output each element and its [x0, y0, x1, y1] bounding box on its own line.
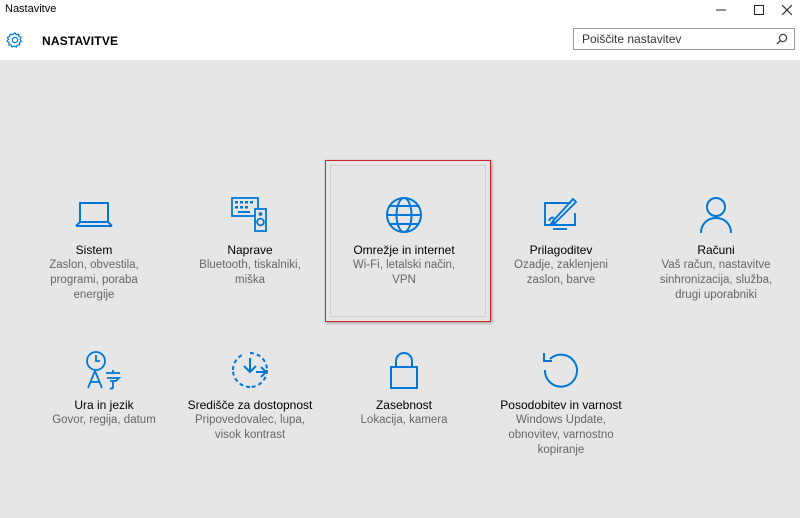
tile-desc: VPN — [392, 274, 416, 286]
person-icon — [700, 197, 732, 234]
tile-naprave[interactable]: Naprave Bluetooth, tiskalniki, miška — [175, 195, 325, 288]
update-icon — [543, 353, 578, 388]
tile-label: Zasebnost — [375, 398, 433, 412]
tile-desc: sinhronizacija, služba, — [659, 274, 773, 286]
laptop-icon — [75, 202, 113, 227]
tile-desc: Vaš račun, nastavitve — [661, 259, 771, 271]
tile-label: Omrežje in internet — [353, 243, 455, 257]
lock-icon — [390, 352, 418, 389]
tile-desc: energije — [73, 289, 115, 301]
app-header: NASTAVITVE — [0, 20, 800, 60]
tile-desc: miška — [234, 274, 266, 286]
tile-posodobitev-in-varnost[interactable]: Posodobitev in varnost Windows Update, o… — [486, 350, 636, 458]
time-language-icon — [86, 351, 122, 390]
tile-desc: Govor, regija, datum — [52, 414, 156, 426]
tile-label: Ura in jezik — [74, 398, 134, 412]
title-bar: Nastavitve — [0, 0, 800, 20]
accessibility-icon — [232, 352, 268, 388]
close-button[interactable] — [770, 0, 800, 20]
tile-label: Naprave — [227, 243, 273, 257]
tile-label: Sistem — [75, 243, 113, 257]
tile-label: Prilagoditev — [529, 243, 593, 257]
maximize-icon — [754, 5, 764, 15]
search-icon[interactable] — [776, 33, 788, 45]
tile-desc: Zaslon, obvestila, — [49, 259, 139, 271]
tile-omrezje-in-internet[interactable]: Omrežje in internet Wi-Fi, letalski nači… — [329, 195, 479, 288]
minimize-button[interactable] — [704, 0, 738, 20]
settings-window: Nastavitve NASTAVITVE Poiščite nastavite… — [0, 0, 800, 518]
tile-desc: obnovitev, varnostno — [508, 429, 614, 441]
tile-racuni[interactable]: Računi Vaš račun, nastavitve sinhronizac… — [641, 195, 791, 303]
tile-label: Računi — [697, 243, 735, 257]
tile-sredisce-za-dostopnost[interactable]: Središče za dostopnost Pripovedovalec, l… — [175, 350, 325, 443]
window-title: Nastavitve — [5, 3, 57, 15]
devices-icon — [231, 197, 267, 232]
gear-icon — [6, 32, 23, 48]
tile-desc: Windows Update, — [515, 414, 607, 426]
globe-icon — [386, 197, 422, 233]
tile-desc: Pripovedovalec, lupa, — [195, 414, 305, 426]
tile-ura-in-jezik[interactable]: Ura in jezik Govor, regija, datum — [29, 350, 179, 428]
tile-sistem[interactable]: Sistem Zaslon, obvestila, programi, pora… — [19, 195, 169, 303]
tile-prilagoditev[interactable]: Prilagoditev Ozadje, zaklenjeni zaslon, … — [486, 195, 636, 288]
tile-zasebnost[interactable]: Zasebnost Lokacija, kamera — [329, 350, 479, 428]
paint-icon — [544, 197, 578, 230]
close-icon — [782, 5, 792, 15]
settings-grid: Sistem Zaslon, obvestila, programi, pora… — [0, 60, 800, 518]
tile-desc: kopiranje — [537, 444, 585, 456]
tile-desc: programi, poraba — [50, 274, 138, 286]
tile-desc: drugi uporabniki — [675, 289, 757, 301]
tile-desc: Wi-Fi, letalski način, — [352, 259, 456, 271]
minimize-icon — [716, 9, 726, 11]
tile-label: Središče za dostopnost — [187, 398, 313, 412]
app-title: NASTAVITVE — [42, 34, 119, 48]
tile-desc: Lokacija, kamera — [360, 414, 448, 426]
tile-desc: visok kontrast — [214, 429, 286, 441]
tile-desc: Bluetooth, tiskalniki, — [199, 259, 301, 271]
tile-desc: zaslon, barve — [526, 274, 596, 286]
search-box[interactable] — [573, 28, 795, 50]
tile-desc: Ozadje, zaklenjeni — [514, 259, 608, 271]
search-input[interactable] — [574, 29, 772, 49]
tile-label: Posodobitev in varnost — [500, 398, 622, 412]
